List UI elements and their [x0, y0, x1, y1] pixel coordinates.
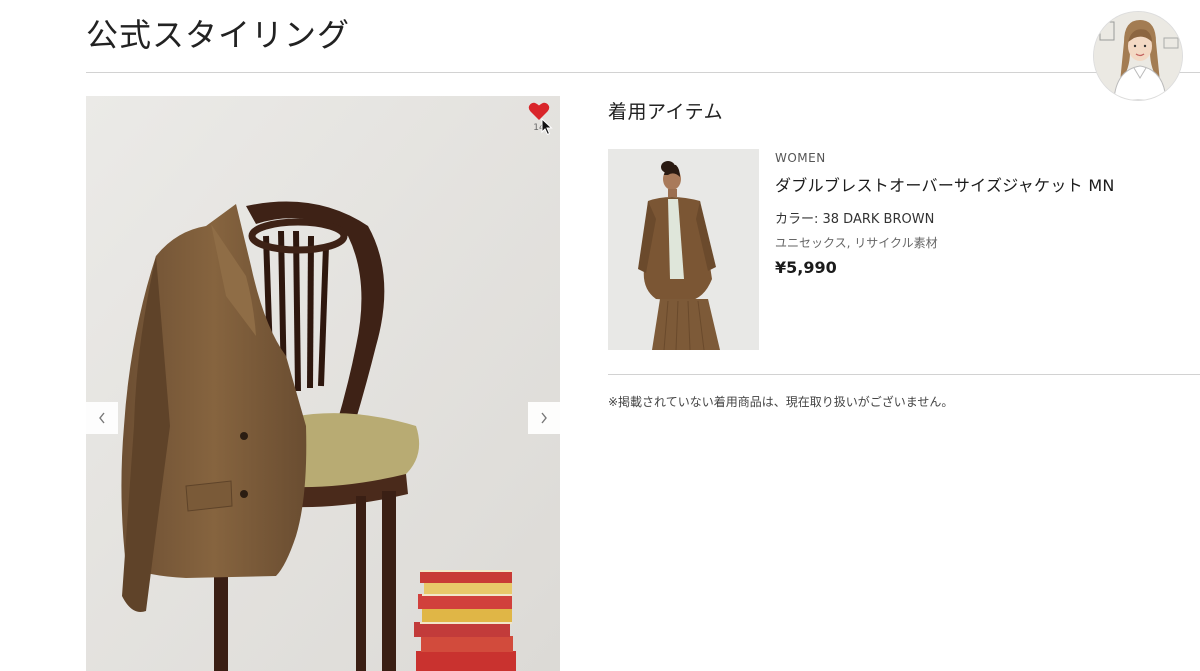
carousel-prev-button[interactable]: [86, 402, 118, 434]
chevron-left-icon: [99, 412, 105, 424]
header-divider: [86, 72, 1200, 73]
product-name-link[interactable]: ダブルブレストオーバーサイズジャケット MN: [775, 172, 1115, 196]
product-category: WOMEN: [775, 151, 826, 165]
product-tags: ユニセックス, リサイクル素材: [775, 236, 938, 250]
model-wearing-jacket-photo: [608, 149, 759, 350]
page-title: 公式スタイリング: [86, 16, 351, 54]
avatar[interactable]: [1094, 12, 1182, 100]
carousel-next-button[interactable]: [528, 402, 560, 434]
product-image[interactable]: [608, 149, 759, 350]
product-price: ¥5,990: [775, 258, 837, 277]
mouse-cursor-icon: [541, 118, 553, 136]
jacket-on-chair-photo: [86, 96, 560, 671]
product-card[interactable]: WOMEN ダブルブレストオーバーサイズジャケット MN カラー: 38 DAR…: [608, 149, 1200, 351]
product-info: WOMEN ダブルブレストオーバーサイズジャケット MN カラー: 38 DAR…: [775, 149, 1115, 277]
page: 公式スタイリング 14 着用アイテム WOMEN ダブルブレストオーバーサイズジ…: [0, 0, 1200, 671]
worn-items-heading: 着用アイテム: [608, 101, 724, 123]
styling-image[interactable]: [86, 96, 560, 671]
chevron-right-icon: [541, 412, 547, 424]
items-divider: [608, 374, 1200, 375]
product-color: カラー: 38 DARK BROWN: [775, 212, 935, 227]
availability-note: ※掲載されていない着用商品は、現在取り扱いがございません。: [608, 395, 954, 409]
avatar-illustration: [1094, 12, 1182, 100]
